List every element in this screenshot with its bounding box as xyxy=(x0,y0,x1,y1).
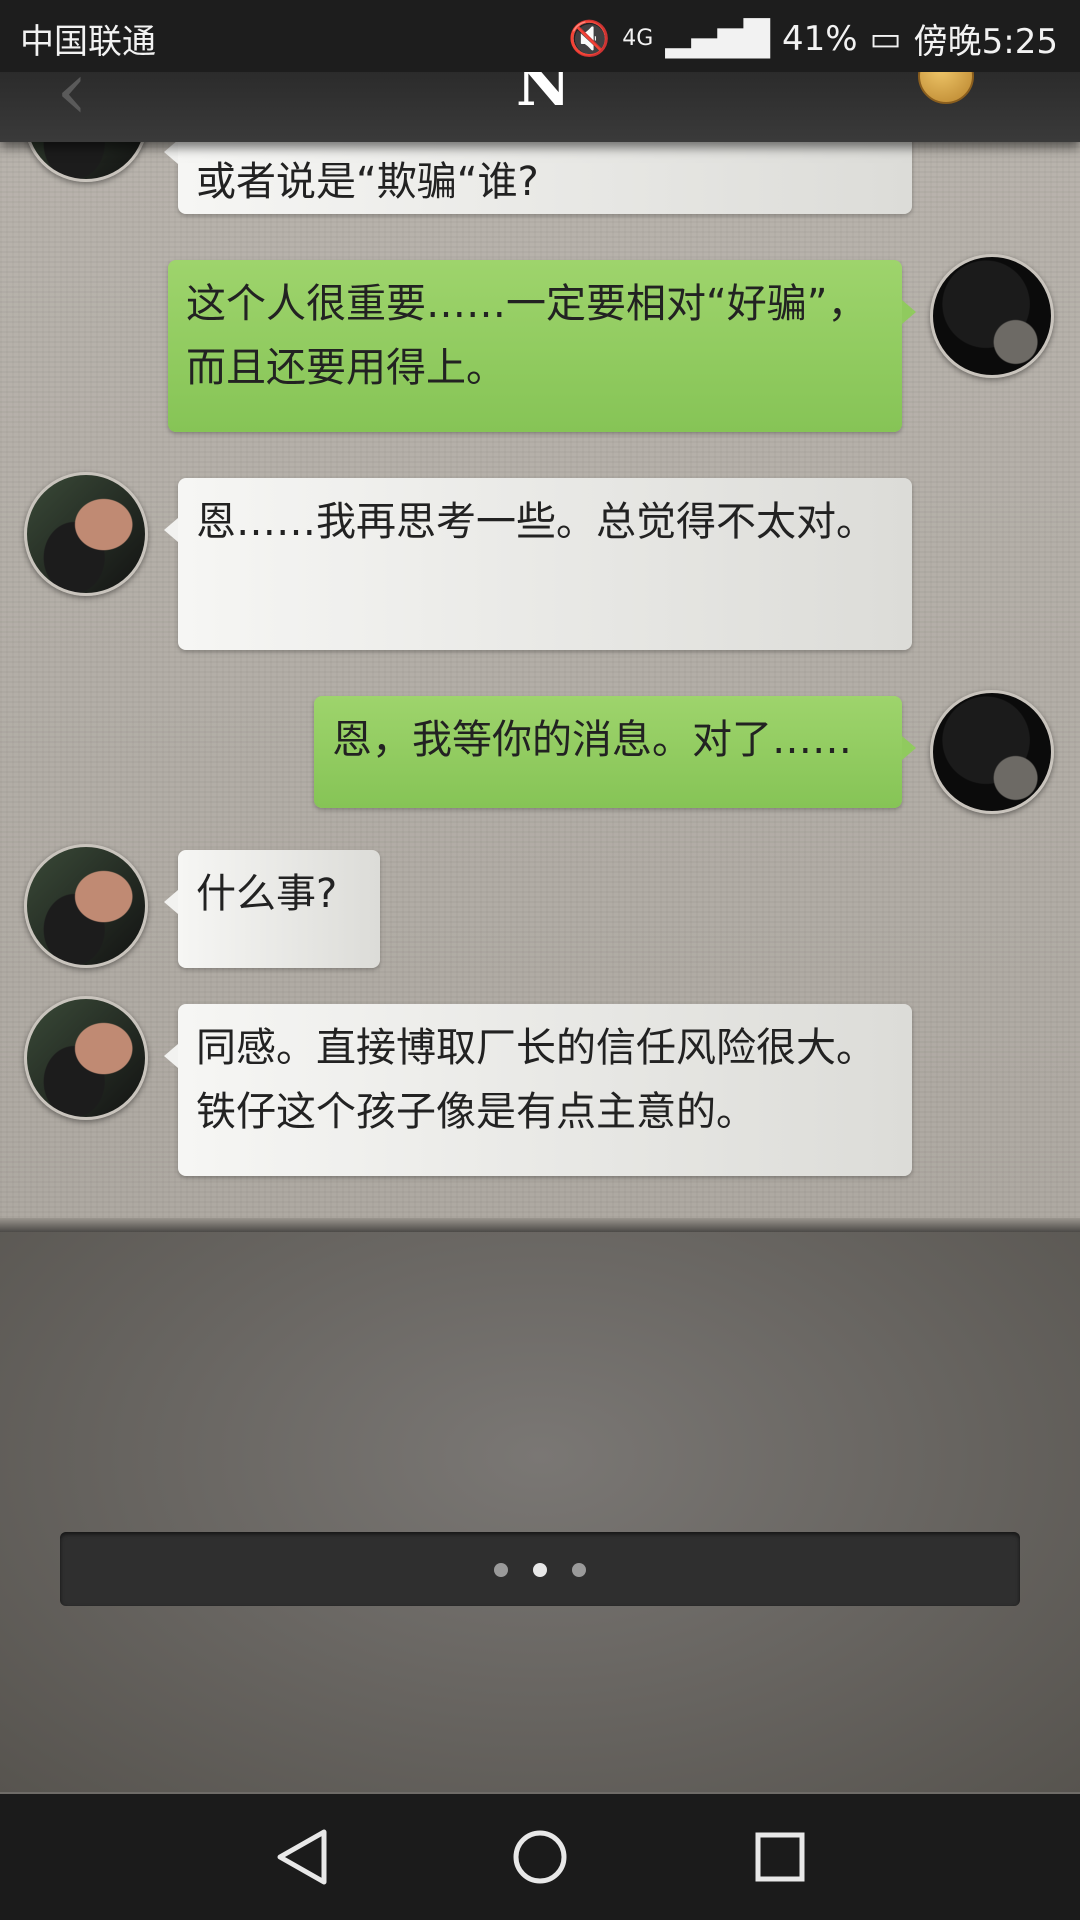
message-bubble-outgoing[interactable]: 恩，我等你的消息。对了…… xyxy=(314,696,916,808)
pager-dot-active xyxy=(533,1563,547,1577)
message-text: 同感。直接博取厂长的信任风险很大。铁仔这个孩子像是有点主意的。 xyxy=(196,1025,876,1135)
chat-area[interactable]: 或者说是“欺骗“谁? 这个人很重要……一定要相对“好骗”，而且还要用得上。 恩…… xyxy=(0,142,1080,1218)
message-bubble-incoming[interactable]: 恩……我再思考一些。总觉得不太对。 xyxy=(164,478,912,650)
message-text: 这个人很重要……一定要相对“好骗”，而且还要用得上。 xyxy=(186,281,868,391)
my-avatar[interactable] xyxy=(930,254,1054,378)
message-text: 恩，我等你的消息。对了…… xyxy=(332,717,852,763)
pager-dot xyxy=(494,1563,508,1577)
battery-percent: 41% xyxy=(781,18,858,59)
battery-icon: ▭ xyxy=(869,18,902,59)
contact-avatar[interactable] xyxy=(24,844,148,968)
message-text: 或者说是“欺骗“谁? xyxy=(196,159,539,205)
carrier-label: 中国联通 xyxy=(20,22,156,62)
status-right: 🔇 4G ▂▄▆█ 41% ▭ 傍晚5:25 xyxy=(568,14,1058,63)
message-bubble-incoming[interactable]: 或者说是“欺骗“谁? xyxy=(164,142,912,214)
message-text: 恩……我再思考一些。总觉得不太对。 xyxy=(196,499,876,545)
message-text: 什么事? xyxy=(196,871,338,917)
input-panel-background xyxy=(0,1232,1080,1792)
clock: 傍晚5:25 xyxy=(913,22,1058,62)
back-nav-icon[interactable] xyxy=(266,1822,336,1892)
chat-divider xyxy=(0,1218,1080,1232)
message-bubble-outgoing[interactable]: 这个人很重要……一定要相对“好骗”，而且还要用得上。 xyxy=(168,260,916,432)
mute-icon: 🔇 xyxy=(567,18,611,59)
contact-avatar[interactable] xyxy=(24,472,148,596)
system-navigation-bar xyxy=(0,1794,1080,1920)
my-avatar[interactable] xyxy=(930,690,1054,814)
home-icon[interactable] xyxy=(505,1822,575,1892)
recents-icon[interactable] xyxy=(745,1822,815,1892)
network-type: 4G xyxy=(622,26,654,51)
pager-dot xyxy=(572,1563,586,1577)
message-bubble-incoming[interactable]: 同感。直接博取厂长的信任风险很大。铁仔这个孩子像是有点主意的。 xyxy=(164,1004,912,1176)
contact-avatar[interactable] xyxy=(24,142,148,182)
top-navigation: ‹ N xyxy=(0,44,1080,142)
message-bubble-incoming[interactable]: 什么事? xyxy=(164,850,380,968)
status-bar: 中国联通 🔇 4G ▂▄▆█ 41% ▭ 傍晚5:25 xyxy=(0,0,1080,72)
reply-options-bar[interactable] xyxy=(60,1532,1020,1606)
signal-icon: ▂▄▆█ xyxy=(665,18,770,59)
contact-avatar[interactable] xyxy=(24,996,148,1120)
